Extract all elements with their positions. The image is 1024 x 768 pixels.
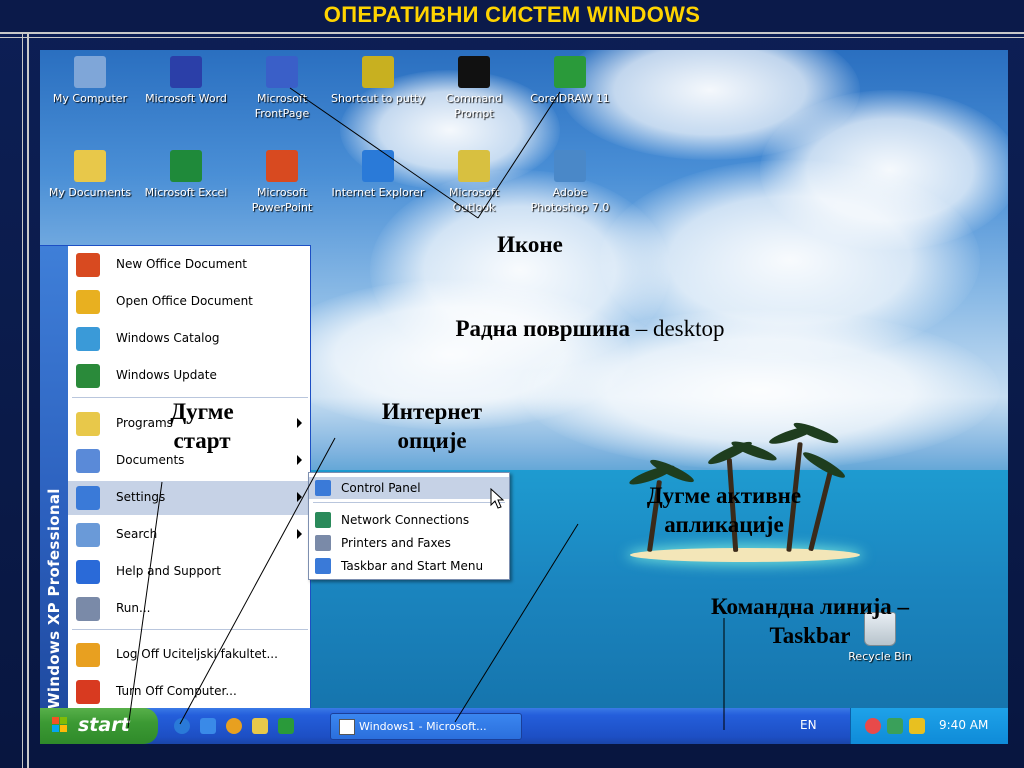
annotation-icons: Иконе	[497, 232, 563, 257]
annotation-active-app: Дугме активне апликације	[604, 481, 844, 539]
annotation-taskbar-line2: Taskbar	[769, 623, 851, 648]
annotation-line-internet	[179, 437, 336, 725]
annotation-line-icons-right	[477, 91, 561, 219]
annotation-internet-line1: Интернет	[381, 399, 483, 424]
annotation-start-button: Дугме старт	[140, 397, 264, 455]
annotation-desktop-prefix: Радна површина	[455, 316, 630, 341]
annotation-line-start	[127, 481, 163, 729]
annotation-desktop-suffix: – desktop	[629, 316, 725, 341]
annotation-active-app-line1: Дугме активне	[646, 483, 802, 508]
annotation-start-line1: Дугме	[170, 399, 234, 424]
annotation-start-line2: старт	[173, 428, 231, 453]
annotation-internet: Интернет опције	[352, 397, 512, 455]
annotation-taskbar-line1: Командна линија –	[710, 594, 910, 619]
annotation-line-icons-left	[289, 87, 479, 219]
annotation-line-active-app	[454, 523, 579, 723]
annotation-active-app-line2: апликације	[664, 512, 784, 537]
annotation-desktop: Радна површина – desktop	[390, 314, 790, 343]
annotation-lines	[127, 87, 725, 730]
annotation-internet-line2: опције	[397, 428, 467, 453]
annotation-taskbar: Командна линија – Taskbar	[660, 592, 960, 650]
